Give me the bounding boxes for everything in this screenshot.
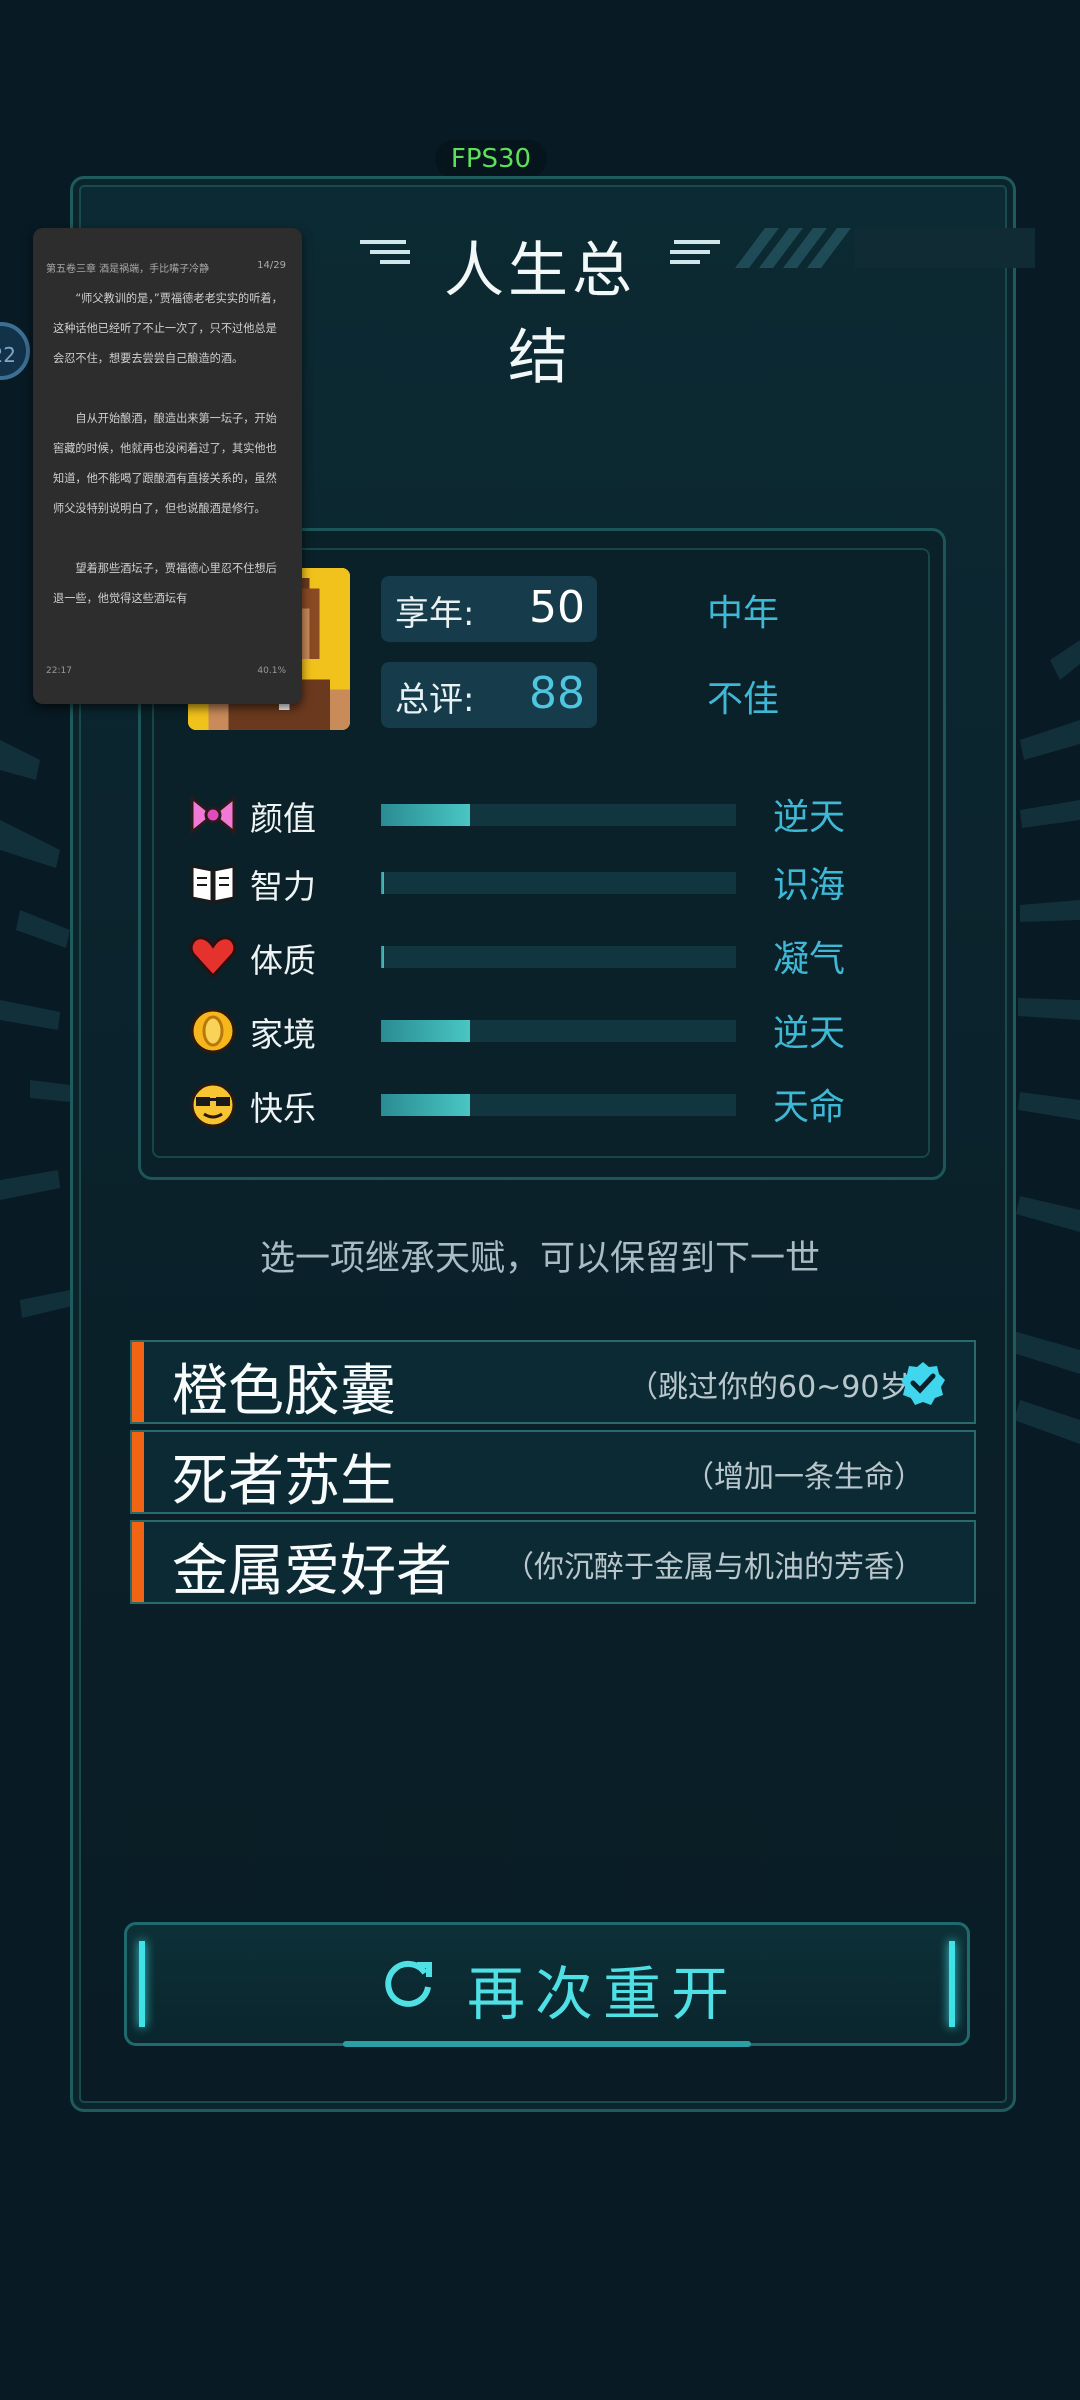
- attribute-name: 智力: [250, 867, 316, 906]
- attribute-row-looks: 颜值 逆天: [188, 784, 868, 844]
- reader-text: “师父教训的是，”贾福德老老实实的听着，这种话他已经听了不止一次了，只不过他总是…: [53, 284, 287, 644]
- reader-chapter-title: 第五卷三章 酒是祸端，手比嘴子冷静: [46, 264, 210, 275]
- reader-footer: 22:17 40.1%: [46, 666, 286, 676]
- reader-page-indicator: 14/29: [257, 260, 286, 271]
- attribute-row-happiness: 快乐 天命: [188, 1074, 868, 1134]
- attribute-grade: 逆天: [773, 1013, 846, 1054]
- attribute-bar: [381, 946, 736, 968]
- attribute-name: 颜值: [250, 799, 316, 838]
- attribute-row-family: 家境 逆天: [188, 1000, 868, 1060]
- attribute-row-constitution: 体质 凝气: [188, 926, 868, 986]
- bow-icon: [190, 794, 236, 836]
- heart-icon: [189, 936, 237, 979]
- score-desc: 不佳: [707, 679, 780, 720]
- inherit-tip: 选一项继承天赋，可以保留到下一世: [259, 1239, 820, 1279]
- attribute-name: 体质: [250, 941, 316, 980]
- talent-accent-bar: [132, 1432, 144, 1512]
- sunglasses-face-icon: [190, 1082, 236, 1128]
- attribute-name: 快乐: [250, 1089, 316, 1128]
- attribute-bar: [381, 1094, 736, 1116]
- check-icon: [901, 1362, 945, 1405]
- age-desc: 中年: [707, 593, 780, 634]
- talent-name: 死者苏生: [172, 1449, 396, 1514]
- refresh-icon: [385, 1960, 432, 2007]
- book-icon: [190, 864, 236, 904]
- restart-button[interactable]: 再次重开: [124, 1922, 970, 2047]
- attribute-grade: 逆天: [773, 797, 846, 838]
- talent-option-revive[interactable]: 死者苏生 （增加一条生命）: [130, 1430, 976, 1514]
- age-pill: 享年: 50: [381, 576, 597, 642]
- score-value: 88: [529, 668, 585, 719]
- button-underline: [343, 2041, 751, 2047]
- talent-desc: （增加一条生命）: [684, 1460, 924, 1495]
- reader-time: 22:17: [46, 666, 72, 676]
- score-label: 总评:: [395, 680, 475, 720]
- reader-progress: 40.1%: [257, 666, 286, 676]
- talent-accent-bar: [132, 1342, 144, 1422]
- age-label: 享年:: [395, 594, 475, 634]
- talent-option-metal-lover[interactable]: 金属爱好者 （你沉醉于金属与机油的芳香）: [130, 1520, 976, 1604]
- talent-desc: （跳过你的60~90岁）: [628, 1370, 940, 1405]
- button-edge-right: [949, 1941, 955, 2027]
- talent-name: 橙色胶囊: [172, 1359, 396, 1424]
- score-pill: 总评: 88: [381, 662, 597, 728]
- restart-label: 再次重开: [467, 1960, 740, 2028]
- attribute-bar: [381, 1020, 736, 1042]
- coin-icon: [190, 1008, 236, 1054]
- attribute-grade: 天命: [773, 1087, 846, 1128]
- title-stripes-decoration: [735, 228, 1035, 268]
- attribute-grade: 凝气: [773, 939, 846, 980]
- talent-name: 金属爱好者: [172, 1539, 452, 1604]
- attribute-row-intelligence: 智力 识海: [188, 852, 868, 912]
- attribute-grade: 识海: [773, 865, 846, 906]
- reader-paragraph: 自从开始酿酒，酿造出来第一坛子，开始窖藏的时候，他就再也没闲着过了，其实他也知道…: [53, 412, 277, 515]
- attribute-bar: [381, 804, 736, 826]
- attribute-name: 家境: [250, 1015, 316, 1054]
- attribute-bar: [381, 872, 736, 894]
- button-edge-left: [139, 1941, 145, 2027]
- reader-paragraph: 望着那些酒坛子，贾福德心里忍不住想后退一些，他觉得这些酒坛有: [53, 562, 277, 605]
- reader-paragraph: “师父教训的是，”贾福德老老实实的听着，这种话他已经听了不止一次了，只不过他总是…: [53, 292, 283, 365]
- talent-option-orange-capsule[interactable]: 橙色胶囊 （跳过你的60~90岁）: [130, 1340, 976, 1424]
- reader-header: 第五卷三章 酒是祸端，手比嘴子冷静 14/29: [46, 260, 286, 275]
- talent-accent-bar: [132, 1522, 144, 1602]
- age-value: 50: [529, 582, 585, 633]
- page-title: 人生总结: [444, 236, 636, 393]
- talent-desc: （你沉醉于金属与机油的芳香）: [504, 1550, 924, 1585]
- reader-floating-window[interactable]: 第五卷三章 酒是祸端，手比嘴子冷静 14/29 “师父教训的是，”贾福德老老实实…: [33, 228, 302, 704]
- fps-counter: FPS30: [435, 140, 547, 178]
